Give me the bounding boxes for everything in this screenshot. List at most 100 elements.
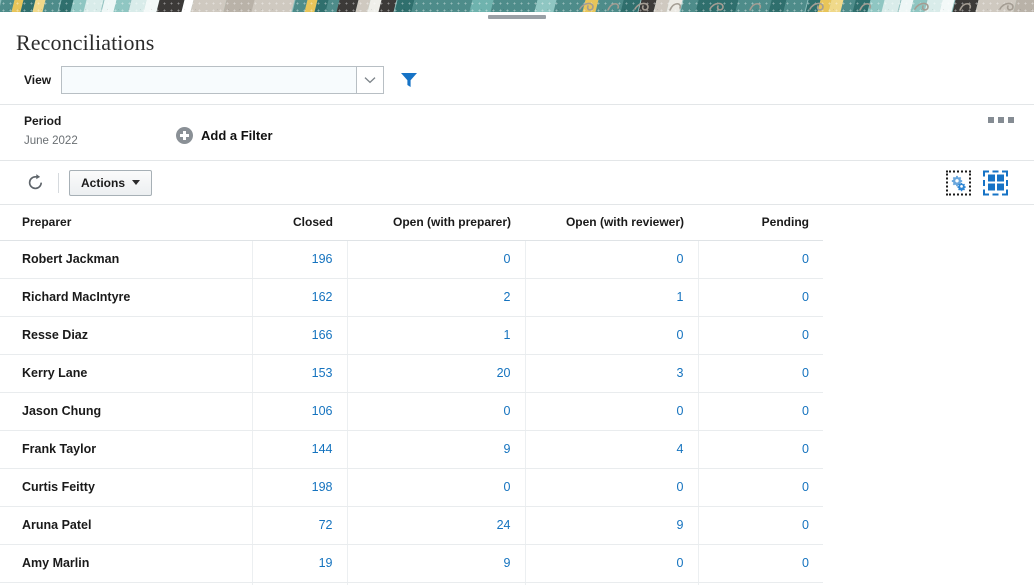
cell-pending[interactable]: 0 [698, 431, 823, 469]
count-link[interactable]: 0 [802, 404, 809, 418]
table-row[interactable]: Curtis Feitty198000 [0, 469, 823, 507]
view-input[interactable] [62, 67, 356, 93]
refresh-icon[interactable] [24, 172, 46, 194]
cell-open-with-preparer[interactable]: 0 [347, 393, 525, 431]
cell-closed[interactable]: 198 [252, 469, 347, 507]
cell-open-with-preparer[interactable]: 1 [347, 317, 525, 355]
cell-open-with-reviewer[interactable]: 0 [525, 469, 698, 507]
cell-closed[interactable]: 144 [252, 431, 347, 469]
cell-closed[interactable]: 166 [252, 317, 347, 355]
cell-open-with-reviewer[interactable]: 0 [525, 545, 698, 583]
cell-pending[interactable]: 0 [698, 279, 823, 317]
cell-preparer: Jason Chung [0, 393, 252, 431]
table-row[interactable]: Resse Diaz166100 [0, 317, 823, 355]
cell-pending[interactable]: 0 [698, 241, 823, 279]
table-row[interactable]: Jason Chung 106 0 0 0 [0, 393, 823, 431]
cell-open-with-reviewer[interactable]: 0 [525, 317, 698, 355]
table-row[interactable]: Richard MacIntyre162210 [0, 279, 823, 317]
count-link[interactable]: 9 [504, 556, 511, 570]
count-link[interactable]: 1 [677, 290, 684, 304]
count-link[interactable]: 9 [677, 518, 684, 532]
add-filter-button[interactable]: Add a Filter [176, 127, 273, 144]
count-link[interactable]: 153 [312, 366, 333, 380]
cell-closed[interactable]: 19 [252, 545, 347, 583]
count-link[interactable]: 0 [802, 366, 809, 380]
count-link[interactable]: 72 [319, 518, 333, 532]
table-row[interactable]: Amy Marlin19900 [0, 545, 823, 583]
cell-open-with-preparer[interactable]: 9 [347, 545, 525, 583]
cell-open-with-reviewer[interactable]: 0 [525, 393, 698, 431]
cell-pending[interactable]: 0 [698, 469, 823, 507]
count-link[interactable]: 0 [677, 480, 684, 494]
count-link[interactable]: 0 [802, 556, 809, 570]
cell-closed[interactable]: 72 [252, 507, 347, 545]
filter-chip-period[interactable]: Period June 2022 [24, 113, 176, 150]
count-link[interactable]: 0 [504, 252, 511, 266]
column-header-open-with-reviewer[interactable]: Open (with reviewer) [525, 205, 698, 241]
cell-open-with-preparer[interactable]: 2 [347, 279, 525, 317]
count-link[interactable]: 0 [802, 328, 809, 342]
column-header-pending[interactable]: Pending [698, 205, 823, 241]
filter-funnel-icon[interactable] [400, 72, 418, 88]
count-link[interactable]: 9 [504, 442, 511, 456]
count-link[interactable]: 0 [677, 328, 684, 342]
column-header-open-with-preparer[interactable]: Open (with preparer) [347, 205, 525, 241]
cell-open-with-reviewer[interactable]: 4 [525, 431, 698, 469]
count-link[interactable]: 144 [312, 442, 333, 456]
count-link[interactable]: 0 [802, 442, 809, 456]
table-row[interactable]: Robert Jackman196000 [0, 241, 823, 279]
cell-pending[interactable]: 0 [698, 317, 823, 355]
cell-open-with-reviewer[interactable]: 1 [525, 279, 698, 317]
cell-pending[interactable]: 0 [698, 355, 823, 393]
cell-open-with-preparer[interactable]: 0 [347, 241, 525, 279]
table-row[interactable]: Frank Taylor144940 [0, 431, 823, 469]
count-link[interactable]: 0 [677, 252, 684, 266]
gears-icon[interactable] [946, 170, 971, 195]
cell-open-with-preparer[interactable]: 24 [347, 507, 525, 545]
count-link[interactable]: 162 [312, 290, 333, 304]
reconciliations-table: Preparer Closed Open (with preparer) Ope… [0, 205, 823, 585]
cell-closed[interactable]: 106 [252, 393, 347, 431]
cell-closed[interactable]: 196 [252, 241, 347, 279]
table-row[interactable]: Kerry Lane1532030 [0, 355, 823, 393]
cell-open-with-reviewer[interactable]: 9 [525, 507, 698, 545]
window-drag-handle[interactable] [0, 12, 1034, 22]
cell-pending[interactable]: 0 [698, 393, 823, 431]
count-link[interactable]: 0 [802, 252, 809, 266]
count-link[interactable]: 196 [312, 252, 333, 266]
cell-open-with-reviewer[interactable]: 0 [525, 241, 698, 279]
count-link[interactable]: 2 [504, 290, 511, 304]
view-select[interactable] [61, 66, 384, 94]
column-header-preparer[interactable]: Preparer [0, 205, 252, 241]
count-link[interactable]: 0 [677, 556, 684, 570]
chevron-down-icon[interactable] [356, 67, 383, 93]
cell-open-with-reviewer[interactable]: 3 [525, 355, 698, 393]
cell-open-with-preparer[interactable]: 0 [347, 469, 525, 507]
count-link[interactable]: 4 [677, 442, 684, 456]
cell-pending[interactable]: 0 [698, 507, 823, 545]
count-link[interactable]: 19 [319, 556, 333, 570]
table-row[interactable]: Aruna Patel722490 [0, 507, 823, 545]
cell-closed[interactable]: 153 [252, 355, 347, 393]
count-link[interactable]: 0 [802, 518, 809, 532]
cell-open-with-preparer[interactable]: 20 [347, 355, 525, 393]
ellipsis-horizontal-icon[interactable] [988, 117, 1014, 123]
column-header-closed[interactable]: Closed [252, 205, 347, 241]
grid-view-icon[interactable] [983, 170, 1008, 195]
count-link[interactable]: 20 [497, 366, 511, 380]
count-link[interactable]: 0 [677, 404, 684, 418]
count-link[interactable]: 198 [312, 480, 333, 494]
count-link[interactable]: 0 [802, 290, 809, 304]
cell-pending[interactable]: 0 [698, 545, 823, 583]
count-link[interactable]: 24 [497, 518, 511, 532]
count-link[interactable]: 166 [312, 328, 333, 342]
count-link[interactable]: 3 [677, 366, 684, 380]
count-link[interactable]: 106 [312, 404, 333, 418]
cell-open-with-preparer[interactable]: 9 [347, 431, 525, 469]
count-link[interactable]: 0 [504, 480, 511, 494]
cell-closed[interactable]: 162 [252, 279, 347, 317]
count-link[interactable]: 1 [504, 328, 511, 342]
count-link[interactable]: 0 [802, 480, 809, 494]
count-link[interactable]: 0 [504, 404, 511, 418]
actions-button[interactable]: Actions [69, 170, 152, 196]
